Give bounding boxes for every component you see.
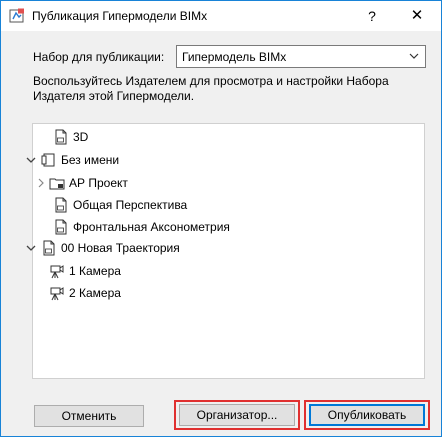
tree-item-label: Без имени [61,153,120,167]
tree-item-label: 00 Новая Траектория [61,241,180,255]
window-title: Публикация Гипермодели BIMx [32,9,208,23]
cancel-button[interactable]: Отменить [34,405,144,427]
tree-item-label: Общая Перспектива [73,198,188,212]
publisher-tree[interactable]: 3D Без имени АР Проект Общая Перспектива… [26,123,425,379]
chevron-down-icon[interactable] [25,242,37,254]
tree-item[interactable]: 3D [39,126,88,148]
publish-button[interactable]: Опубликовать [309,404,425,426]
camera-icon [50,287,64,301]
document-icon [55,219,67,235]
tree-item[interactable]: АР Проект [35,172,128,194]
tree-item-label: АР Проект [69,176,128,190]
book-icon [41,153,55,167]
title-bar: Публикация Гипермодели BIMx ? ✕ [1,1,441,31]
chevron-down-icon [409,53,419,59]
camera-icon [50,265,64,279]
folder-icon [49,178,65,190]
publish-dialog: Публикация Гипермодели BIMx ? ✕ Набор дл… [0,0,442,437]
document-icon [55,129,67,145]
help-button[interactable]: ? [362,6,382,26]
bimx-app-icon [9,8,24,23]
tree-item[interactable]: 00 Новая Траектория [25,237,180,259]
chevron-right-icon[interactable] [35,177,47,189]
tree-item[interactable]: 1 Камера [49,260,121,282]
publish-set-dropdown[interactable]: Гипермодель BIMx [176,45,426,68]
document-icon [43,240,55,256]
tree-item-label: 1 Камера [69,264,121,278]
chevron-down-icon[interactable] [25,154,37,166]
tree-item[interactable]: Общая Перспектива [39,194,187,216]
organizer-button[interactable]: Организатор... [179,404,295,426]
tree-item-label: Фронтальная Аксонометрия [73,220,230,234]
tree-item-label: 3D [73,130,89,144]
tree-item-label: 2 Камера [69,286,121,300]
close-button[interactable]: ✕ [406,6,428,26]
document-icon [55,197,67,213]
tree-item[interactable]: Без имени [25,149,119,171]
publish-set-label: Набор для публикации: [33,50,165,64]
tree-item[interactable]: 2 Камера [49,282,121,304]
publish-set-value: Гипермодель BIMx [182,50,287,64]
tree-item[interactable]: Фронтальная Аксонометрия [39,216,230,238]
hint-text: Воспользуйтесь Издателем для просмотра и… [33,74,389,103]
